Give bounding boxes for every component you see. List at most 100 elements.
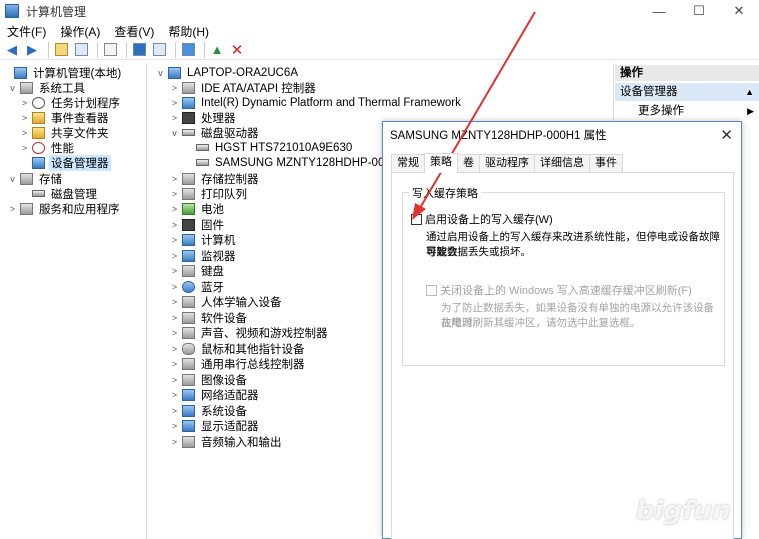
tree-item-disk-management[interactable]: 磁盘管理 xyxy=(20,186,99,201)
show-hide-tree-icon[interactable] xyxy=(73,42,89,58)
device-category[interactable]: > 处理器 xyxy=(170,110,238,125)
tree-item-label: 磁盘管理 xyxy=(51,188,97,201)
device-category[interactable]: > 图像设备 xyxy=(170,372,249,387)
tree-item-system-tools[interactable]: v 系统工具 xyxy=(8,80,87,95)
chevron-right-icon[interactable]: > xyxy=(170,328,179,338)
chevron-right-icon[interactable]: > xyxy=(170,313,179,323)
device-category[interactable]: > 网络适配器 xyxy=(170,387,261,402)
chevron-right-icon[interactable]: > xyxy=(170,174,179,184)
chevron-right-icon[interactable]: > xyxy=(170,375,179,385)
tree-item-label: 服务和应用程序 xyxy=(39,203,120,216)
menu-view[interactable]: 查看(V) xyxy=(107,23,161,40)
device-category[interactable]: > 鼠标和其他指针设备 xyxy=(170,341,307,356)
chevron-right-icon[interactable]: > xyxy=(170,406,179,416)
chevron-right-icon[interactable]: > xyxy=(170,83,179,93)
chevron-right-icon[interactable]: > xyxy=(20,98,29,108)
tab-volumes[interactable]: 卷 xyxy=(457,154,480,173)
menu-file[interactable]: 文件(F) xyxy=(0,23,53,40)
maximize-button[interactable]: ☐ xyxy=(679,0,719,22)
chevron-right-icon[interactable]: > xyxy=(170,189,179,199)
chevron-right-icon[interactable]: > xyxy=(170,251,179,261)
tab-details[interactable]: 详细信息 xyxy=(534,154,590,173)
update-driver-icon[interactable]: ▲ xyxy=(209,42,225,58)
device-category[interactable]: > 监视器 xyxy=(170,248,238,263)
help-icon[interactable] xyxy=(131,42,147,58)
chevron-down-icon[interactable]: v xyxy=(8,174,17,184)
properties-icon[interactable] xyxy=(151,42,167,58)
chevron-right-icon[interactable]: > xyxy=(170,421,179,431)
device-manager-icon xyxy=(32,156,45,169)
menu-action[interactable]: 操作(A) xyxy=(53,23,107,40)
device-category[interactable]: > Intel(R) Dynamic Platform and Thermal … xyxy=(170,95,463,110)
device-category[interactable]: > 音频输入和输出 xyxy=(170,434,284,449)
chevron-right-icon[interactable]: > xyxy=(170,390,179,400)
chevron-down-icon[interactable]: v xyxy=(156,68,165,78)
device-category[interactable]: > 存储控制器 xyxy=(170,171,261,186)
tree-item-services-applications[interactable]: > 服务和应用程序 xyxy=(8,201,122,216)
chevron-right-icon[interactable]: > xyxy=(170,359,179,369)
actions-section-label: 设备管理器 xyxy=(620,86,678,98)
device-root[interactable]: v LAPTOP-ORA2UC6A xyxy=(156,65,300,80)
device-category[interactable]: > 蓝牙 xyxy=(170,279,226,294)
tree-item-device-manager[interactable]: 设备管理器 xyxy=(20,154,111,171)
device-category[interactable]: > 打印队列 xyxy=(170,186,249,201)
device-category[interactable]: > 显示适配器 xyxy=(170,418,261,433)
export-list-icon[interactable] xyxy=(102,42,118,58)
tree-item-shared-folders[interactable]: > 共享文件夹 xyxy=(20,125,111,140)
chevron-down-icon[interactable]: v xyxy=(8,83,17,93)
chevron-right-icon[interactable]: > xyxy=(170,98,179,108)
close-button[interactable]: ✕ xyxy=(719,0,759,22)
device-item[interactable]: HGST HTS721010A9E630 xyxy=(184,140,354,155)
more-actions-item[interactable]: 更多操作 ▶ xyxy=(638,103,759,119)
tree-item-computer-management[interactable]: 计算机管理(本地) xyxy=(2,65,123,80)
chevron-right-icon[interactable]: > xyxy=(170,282,179,292)
device-category[interactable]: > 通用串行总线控制器 xyxy=(170,356,307,371)
device-category[interactable]: v 磁盘驱动器 xyxy=(170,125,261,140)
device-category[interactable]: > 键盘 xyxy=(170,263,226,278)
chevron-right-icon[interactable]: > xyxy=(20,113,29,123)
tree-item-storage[interactable]: v 存储 xyxy=(8,171,64,186)
device-category[interactable]: > 声音、视频和游戏控制器 xyxy=(170,325,330,340)
tree-item-label: 打印队列 xyxy=(201,188,247,201)
actions-section-device-manager[interactable]: 设备管理器 ▲ xyxy=(615,83,759,101)
device-category[interactable]: > 固件 xyxy=(170,217,226,232)
device-category[interactable]: > 人体学输入设备 xyxy=(170,294,284,309)
device-category[interactable]: > 软件设备 xyxy=(170,310,249,325)
up-folder-icon[interactable] xyxy=(53,42,69,58)
tab-events[interactable]: 事件 xyxy=(589,154,623,173)
chevron-right-icon[interactable]: > xyxy=(170,344,179,354)
chevron-right-icon[interactable]: > xyxy=(170,235,179,245)
forward-arrow-icon[interactable]: ▶ xyxy=(24,42,40,58)
tab-general[interactable]: 常规 xyxy=(391,154,425,173)
chevron-right-icon[interactable]: > xyxy=(170,266,179,276)
device-item-samsung[interactable]: SAMSUNG MZNTY128HDHP-000H1 xyxy=(184,155,407,170)
uninstall-x-icon[interactable]: ✕ xyxy=(229,42,245,59)
chevron-right-icon[interactable]: > xyxy=(170,204,179,214)
computer-management-icon xyxy=(5,4,19,18)
enable-write-cache-option[interactable]: 启用设备上的写入缓存(W) xyxy=(411,211,553,227)
tab-policies[interactable]: 策略 xyxy=(424,153,458,173)
device-category[interactable]: > 系统设备 xyxy=(170,403,249,418)
enable-write-cache-checkbox[interactable] xyxy=(411,213,422,225)
chevron-right-icon[interactable]: > xyxy=(8,204,17,214)
collapse-up-icon[interactable]: ▲ xyxy=(745,83,754,101)
chevron-right-icon[interactable]: > xyxy=(170,437,179,447)
device-category[interactable]: > 电池 xyxy=(170,201,226,216)
menu-help[interactable]: 帮助(H) xyxy=(161,23,216,40)
tree-item-performance[interactable]: > 性能 xyxy=(20,140,76,155)
back-arrow-icon[interactable]: ◀ xyxy=(4,42,20,58)
device-category[interactable]: > IDE ATA/ATAPI 控制器 xyxy=(170,80,318,95)
device-category[interactable]: > 计算机 xyxy=(170,232,238,247)
minimize-button[interactable]: — xyxy=(639,0,679,22)
tree-item-task-scheduler[interactable]: > 任务计划程序 xyxy=(20,95,122,110)
close-icon[interactable]: ✕ xyxy=(720,126,733,144)
monitor-icon[interactable] xyxy=(180,42,196,58)
chevron-right-icon[interactable]: > xyxy=(170,220,179,230)
chevron-right-icon[interactable]: > xyxy=(20,128,29,138)
chevron-right-icon[interactable]: > xyxy=(170,297,179,307)
tree-item-event-viewer[interactable]: > 事件查看器 xyxy=(20,110,111,125)
chevron-down-icon[interactable]: v xyxy=(170,128,179,138)
chevron-right-icon[interactable]: > xyxy=(20,143,29,153)
chevron-right-icon[interactable]: > xyxy=(170,113,179,123)
tab-driver[interactable]: 驱动程序 xyxy=(479,154,535,173)
